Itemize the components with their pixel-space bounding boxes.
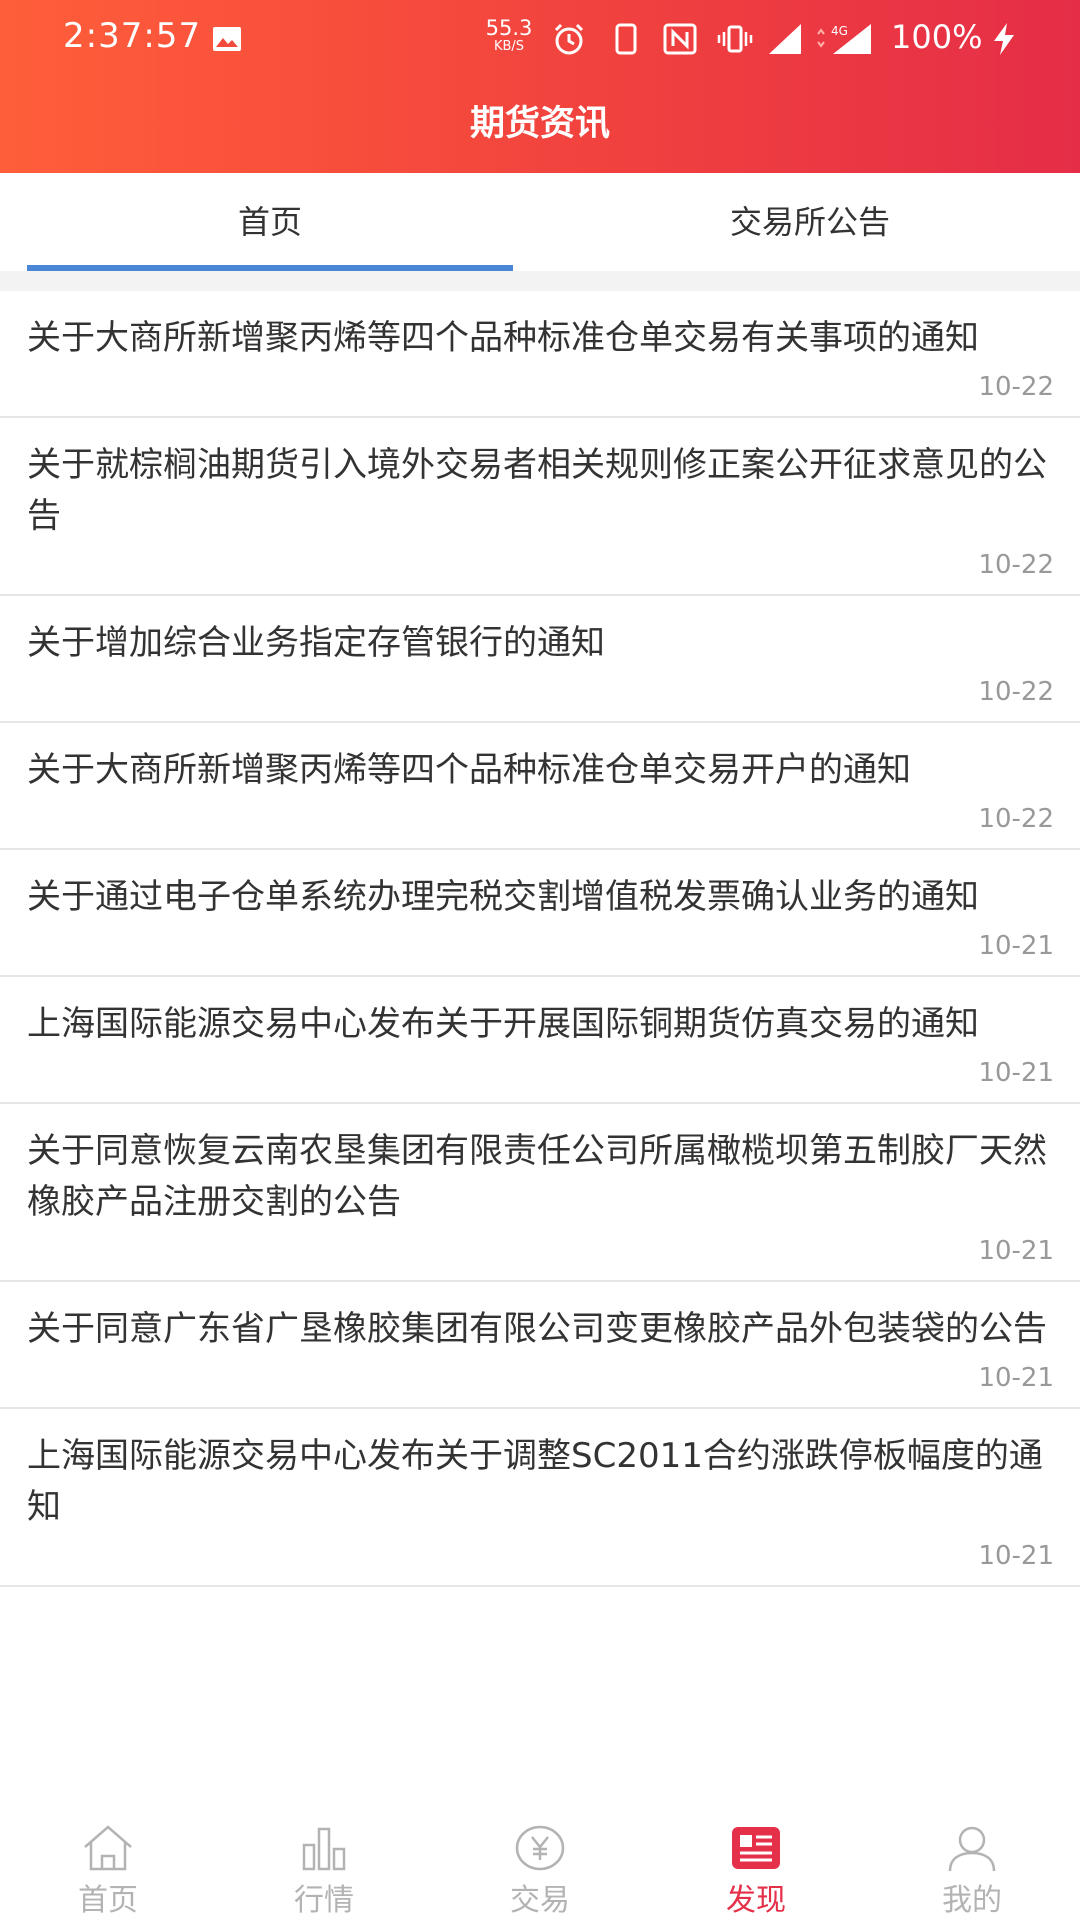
phone-icon <box>615 23 637 55</box>
news-date: 10-22 <box>978 550 1054 580</box>
charging-icon <box>994 23 1014 55</box>
nav-item-market[interactable]: 行情 <box>216 1815 432 1920</box>
page-title: 期货资讯 <box>469 104 610 144</box>
news-date: 10-21 <box>978 1058 1054 1088</box>
news-title: 关于大商所新增聚丙烯等四个品种标准仓单交易开户的通知 <box>27 750 911 790</box>
signal-icon <box>769 24 801 54</box>
yuan-coin-icon <box>515 1825 565 1871</box>
list-item[interactable]: 关于通过电子仓单系统办理完税交割增值税发票确认业务的通知 10-21 <box>0 850 1080 977</box>
market-chart-icon <box>302 1827 346 1871</box>
news-date: 10-22 <box>978 677 1054 707</box>
news-title: 关于就棕榈油期货引入境外交易者相关规则修正案公开征求意见的公告 <box>27 445 1047 536</box>
news-title: 关于大商所新增聚丙烯等四个品种标准仓单交易有关事项的通知 <box>27 318 979 358</box>
bottom-nav: 首页 行情 交易 发现 我的 <box>0 1815 1080 1920</box>
news-title: 上海国际能源交易中心发布关于开展国际铜期货仿真交易的通知 <box>27 1004 979 1044</box>
news-date: 10-21 <box>978 931 1054 961</box>
home-icon <box>84 1825 132 1871</box>
news-date: 10-21 <box>978 1236 1054 1266</box>
nav-label-discover: 发现 <box>726 1883 786 1918</box>
network-speed-value: 55.3 <box>485 16 533 40</box>
list-item[interactable]: 上海国际能源交易中心发布关于开展国际铜期货仿真交易的通知 10-21 <box>0 977 1080 1104</box>
tab-exchange-announcements[interactable]: 交易所公告 <box>540 173 1080 271</box>
battery-level: 100% <box>891 18 983 56</box>
vibrate-icon <box>717 25 753 53</box>
network-type: 4G <box>831 24 848 38</box>
signal-4g-icon: 4G <box>817 24 871 54</box>
nfc-icon <box>663 23 697 55</box>
nav-item-home[interactable]: 首页 <box>0 1815 216 1920</box>
network-speed: 55.3 KB/S <box>484 16 534 54</box>
tab-bar: 首页 交易所公告 <box>0 173 1080 271</box>
gallery-notification-icon <box>213 27 241 51</box>
list-item[interactable]: 关于同意恢复云南农垦集团有限责任公司所属橄榄坝第五制胶厂天然橡胶产品注册交割的公… <box>0 1104 1080 1282</box>
nav-item-me[interactable]: 我的 <box>864 1815 1080 1920</box>
news-title: 关于增加综合业务指定存管银行的通知 <box>27 623 605 663</box>
news-title: 关于通过电子仓单系统办理完税交割增值税发票确认业务的通知 <box>27 877 979 917</box>
status-bar: 2:37:57 55.3 KB/S 4G 100% <box>0 0 1080 78</box>
list-item[interactable]: 关于大商所新增聚丙烯等四个品种标准仓单交易开户的通知 10-22 <box>0 723 1080 850</box>
list-item[interactable]: 关于就棕榈油期货引入境外交易者相关规则修正案公开征求意见的公告 10-22 <box>0 418 1080 596</box>
network-speed-unit: KB/S <box>493 39 525 54</box>
news-date: 10-21 <box>978 1541 1054 1571</box>
news-date: 10-22 <box>978 804 1054 834</box>
nav-item-discover[interactable]: 发现 <box>648 1815 864 1920</box>
nav-label-me: 我的 <box>942 1883 1002 1918</box>
list-item[interactable]: 上海国际能源交易中心发布关于调整SC2011合约涨跌停板幅度的通知 10-21 <box>0 1409 1080 1587</box>
nav-label-home: 首页 <box>78 1883 138 1918</box>
nav-label-market: 行情 <box>294 1883 354 1918</box>
nav-label-trade: 交易 <box>510 1883 570 1918</box>
news-date: 10-21 <box>978 1363 1054 1393</box>
status-time: 2:37:57 <box>63 16 202 56</box>
news-icon <box>732 1827 780 1869</box>
list-item[interactable]: 关于增加综合业务指定存管银行的通知 10-22 <box>0 596 1080 723</box>
tab-home[interactable]: 首页 <box>0 173 540 271</box>
list-item[interactable]: 关于大商所新增聚丙烯等四个品种标准仓单交易有关事项的通知 10-22 <box>0 291 1080 418</box>
news-title: 关于同意恢复云南农垦集团有限责任公司所属橄榄坝第五制胶厂天然橡胶产品注册交割的公… <box>27 1131 1047 1222</box>
app-header: 2:37:57 55.3 KB/S 4G 100% 期货资讯 <box>0 0 1080 173</box>
user-icon <box>948 1826 996 1872</box>
news-list[interactable]: 关于大商所新增聚丙烯等四个品种标准仓单交易有关事项的通知 10-22 关于就棕榈… <box>0 291 1080 1811</box>
list-item[interactable]: 关于同意广东省广垦橡胶集团有限公司变更橡胶产品外包装袋的公告 10-21 <box>0 1282 1080 1409</box>
alarm-icon <box>554 23 584 55</box>
news-title: 关于同意广东省广垦橡胶集团有限公司变更橡胶产品外包装袋的公告 <box>27 1309 1047 1349</box>
section-divider <box>0 271 1080 291</box>
nav-item-trade[interactable]: 交易 <box>432 1815 648 1920</box>
news-date: 10-22 <box>978 372 1054 402</box>
news-title: 上海国际能源交易中心发布关于调整SC2011合约涨跌停板幅度的通知 <box>27 1436 1043 1527</box>
